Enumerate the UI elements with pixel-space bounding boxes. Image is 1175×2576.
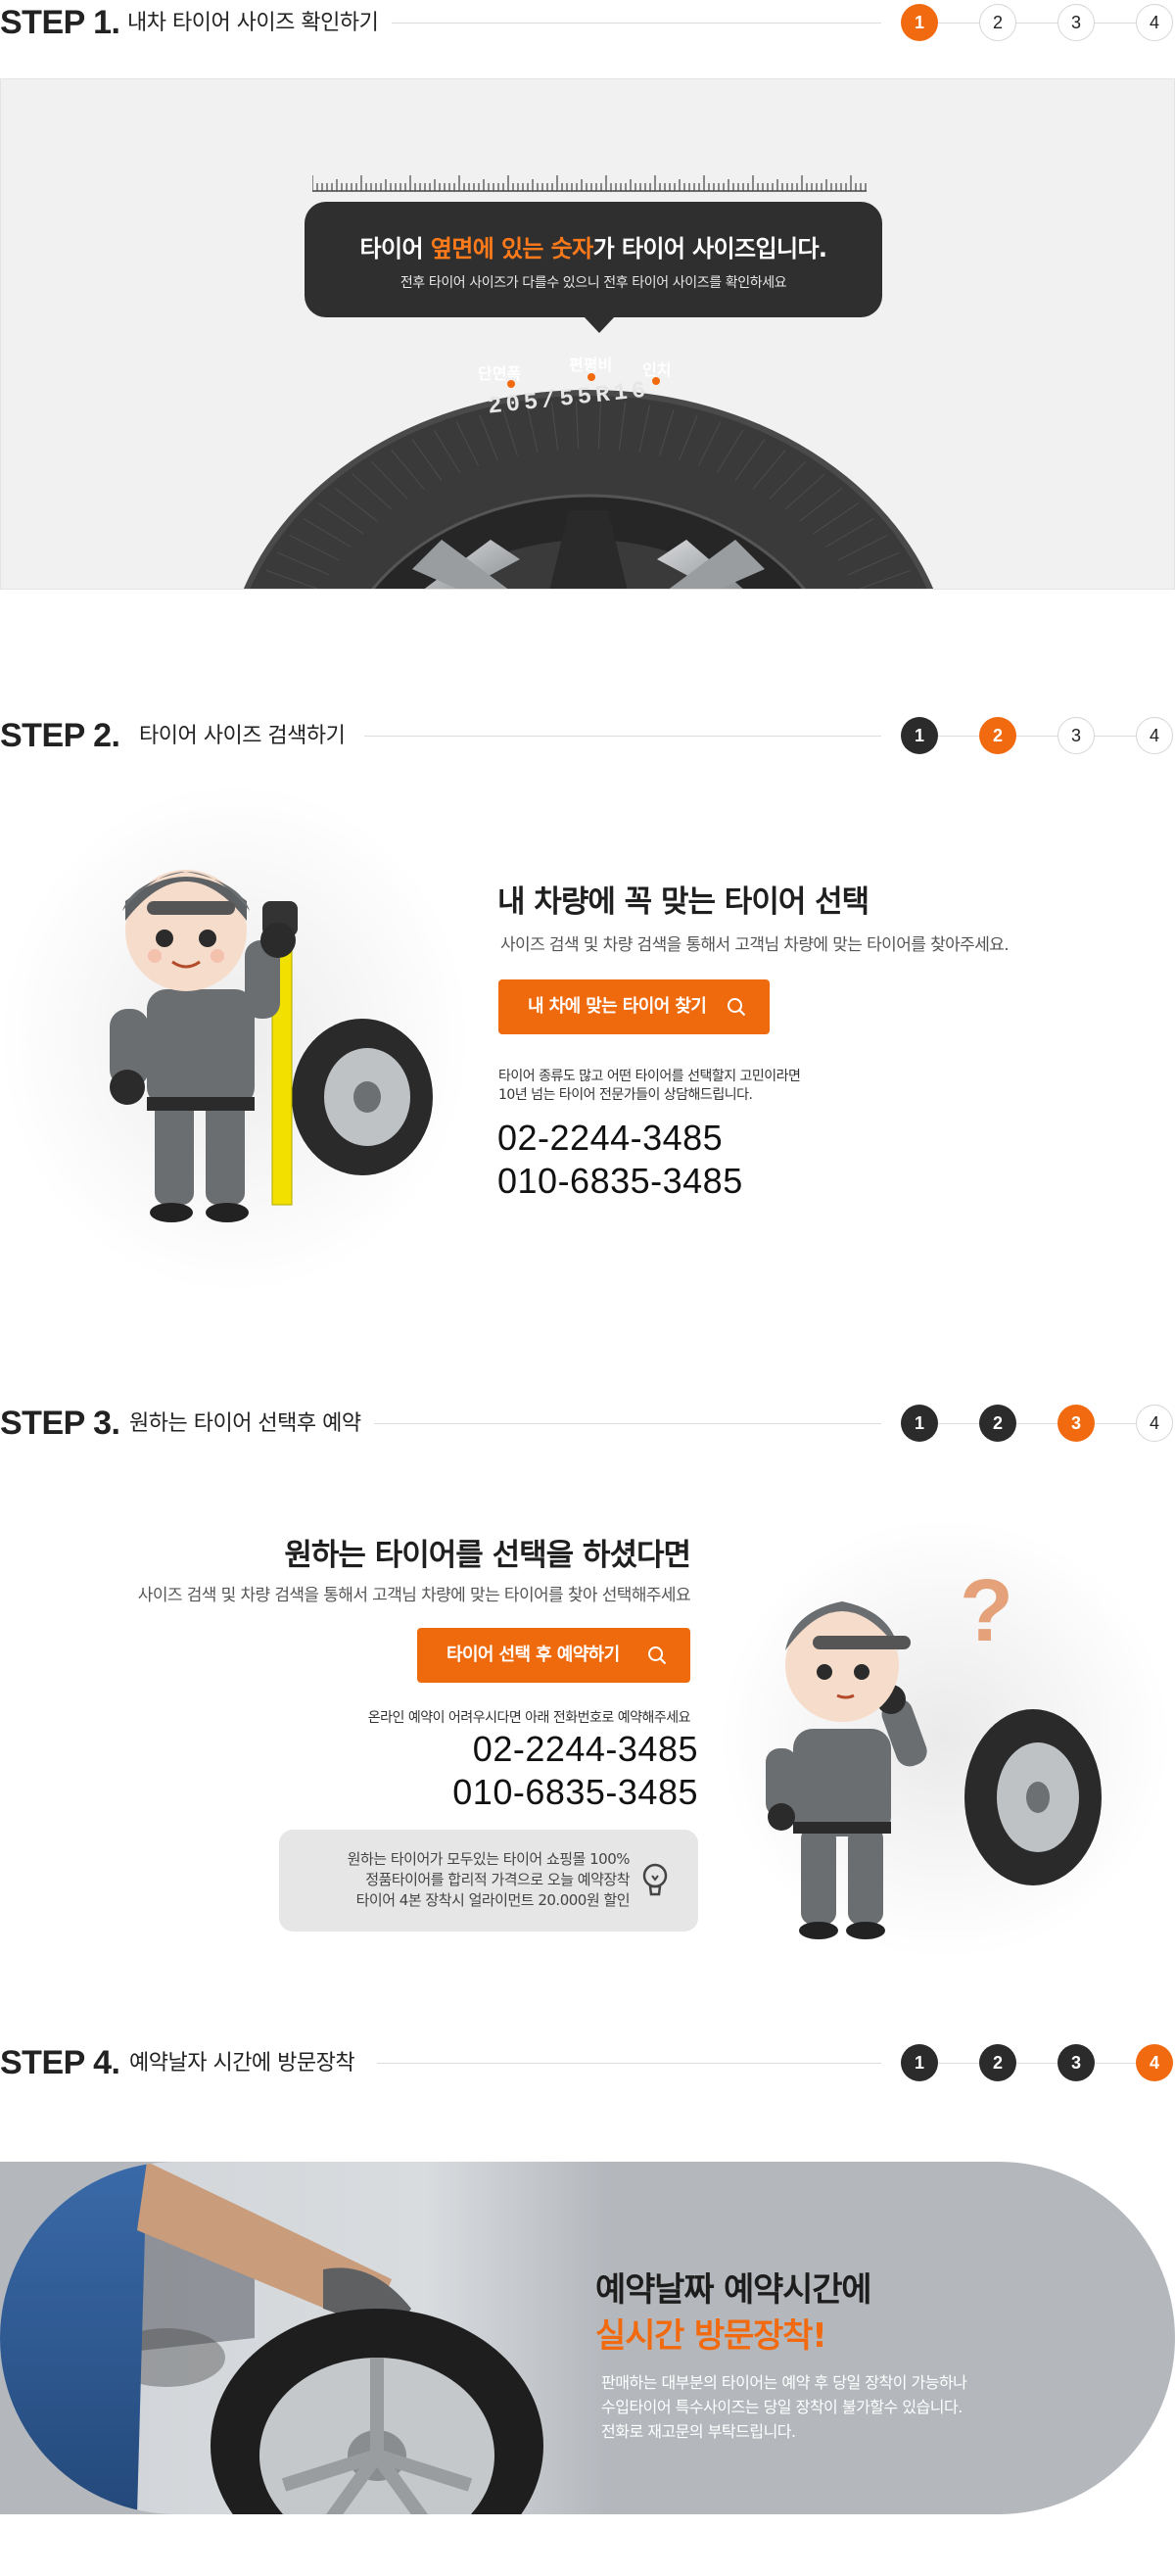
step3-info-box: 원하는 타이어가 모두있는 타이어 쇼핑몰 100% 정품타이어를 합리적 가격… <box>279 1830 698 1932</box>
banner-description: 판매하는 대부분의 타이어는 예약 후 당일 장착이 가능하나 수입타이어 특수… <box>601 2370 967 2444</box>
step3-phone-1[interactable]: 02-2244-3485 <box>401 1729 698 1770</box>
mechanic-measuring-illustration <box>0 784 470 1293</box>
banner-heading-2: 실시간 방문장착! <box>595 2316 827 2356</box>
banner-desc-line1: 판매하는 대부분의 타이어는 예약 후 당일 장착이 가능하나 <box>601 2373 967 2392</box>
visit-install-banner <box>0 2162 1175 2514</box>
step4-progress: 1 2 3 4 <box>901 2043 1175 2082</box>
step1-label: STEP 1. <box>0 4 120 41</box>
step2-note-line2: 10년 넘는 타이어 전문가들이 상담해드립니다. <box>498 1087 753 1103</box>
step-dot-1[interactable]: 1 <box>901 1405 938 1442</box>
step-dot-3[interactable]: 3 <box>1058 4 1095 41</box>
step3-header: STEP 3. 원하는 타이어 선택후 예약 1 2 3 4 <box>0 1401 1175 1446</box>
step3-progress: 1 2 3 4 <box>901 1404 1175 1443</box>
step-dot-3[interactable]: 3 <box>1058 1405 1095 1442</box>
step3-label: STEP 3. <box>0 1405 120 1442</box>
marker-dot-1 <box>507 380 515 388</box>
banner-desc-line3: 전화로 재고문의 부탁드립니다. <box>601 2422 796 2441</box>
label-aspect-ratio: 편평비 <box>569 356 613 374</box>
step3-title: 원하는 타이어 선택후 예약 <box>129 1411 361 1436</box>
marker-dot-2 <box>588 373 595 381</box>
step1-divider <box>392 23 881 24</box>
question-mark-icon: ? <box>960 1562 1013 1660</box>
search-icon <box>728 998 746 1017</box>
step3-subheading: 사이즈 검색 및 차량 검색을 통해서 고객님 차량에 맞는 타이어를 찾아 선… <box>137 1586 691 1605</box>
step2-progress: 1 2 3 4 <box>901 716 1175 755</box>
step4-header: STEP 4. 예약날자 시간에 방문장착 1 2 3 4 <box>0 2040 1175 2085</box>
step2-header: STEP 2. 타이어 사이즈 검색하기 1 2 3 4 <box>0 713 1175 758</box>
find-my-tyre-button[interactable]: 내 차에 맞는 타이어 찾기 <box>498 979 770 1034</box>
step-dot-4[interactable]: 4 <box>1136 1405 1173 1442</box>
step-dot-2[interactable]: 2 <box>979 4 1016 41</box>
step-dot-1[interactable]: 1 <box>901 4 938 41</box>
step3-info-text: 원하는 타이어가 모두있는 타이어 쇼핑몰 100% 정품타이어를 합리적 가격… <box>347 1849 631 1911</box>
tyre-install-photo <box>0 2162 607 2514</box>
step3-phone-2[interactable]: 010-6835-3485 <box>392 1772 698 1813</box>
step2-title: 타이어 사이즈 검색하기 <box>139 724 346 748</box>
step2-label: STEP 2. <box>0 717 120 754</box>
find-my-tyre-label: 내 차에 맞는 타이어 찾기 <box>528 996 707 1017</box>
info-line-3: 타이어 4본 장착시 얼라이먼트 20.000원 할인 <box>355 1891 631 1909</box>
step3-divider <box>374 1423 881 1424</box>
step2-phone-1[interactable]: 02-2244-3485 <box>497 1118 723 1159</box>
step1-header: STEP 1. 내차 타이어 사이즈 확인하기 1 2 3 4 <box>0 0 1175 45</box>
step4-label: STEP 4. <box>0 2044 120 2081</box>
step-dot-2[interactable]: 2 <box>979 1405 1016 1442</box>
search-icon <box>648 1646 667 1665</box>
marker-dot-3 <box>652 377 660 385</box>
step1-progress: 1 2 3 4 <box>901 3 1175 42</box>
reserve-tyre-button[interactable]: 타이어 선택 후 예약하기 <box>417 1628 690 1683</box>
step-dot-3[interactable]: 3 <box>1058 2044 1095 2081</box>
tyre-illustration <box>243 390 934 589</box>
step2-note-line1: 타이어 종류도 많고 어떤 타이어를 선택할지 고민이라면 <box>498 1069 801 1084</box>
lightbulb-icon <box>642 1863 668 1896</box>
step-dot-2[interactable]: 2 <box>979 2044 1016 2081</box>
step1-title: 내차 타이어 사이즈 확인하기 <box>127 11 379 35</box>
step2-note: 타이어 종류도 많고 어떤 타이어를 선택할지 고민이라면 10년 넘는 타이어… <box>498 1068 801 1105</box>
step2-divider <box>364 736 881 737</box>
step-dot-4[interactable]: 4 <box>1136 717 1173 754</box>
step-dot-1[interactable]: 1 <box>901 2044 938 2081</box>
step2-phone-2[interactable]: 010-6835-3485 <box>497 1161 743 1202</box>
step3-heading: 원하는 타이어를 선택을 하셨다면 <box>284 1538 691 1573</box>
step4-title: 예약날자 시간에 방문장착 <box>129 2051 355 2075</box>
reserve-tyre-label: 타이어 선택 후 예약하기 <box>446 1645 620 1665</box>
banner-desc-line2: 수입타이어 특수사이즈는 당일 장착이 불가할수 있습니다. <box>601 2398 963 2416</box>
step4-divider <box>377 2063 881 2064</box>
mechanic-thinking-illustration: ? <box>720 1518 1170 1959</box>
info-line-2: 정품타이어를 합리적 가격으로 오늘 예약장착 <box>365 1871 630 1888</box>
label-section-width: 단면폭 <box>478 364 522 383</box>
step-dot-4[interactable]: 4 <box>1136 4 1173 41</box>
step2-subheading: 사이즈 검색 및 차량 검색을 통해서 고객님 차량에 맞는 타이어를 찾아주세… <box>500 935 1010 955</box>
banner-heading-1: 예약날짜 예약시간에 <box>595 2270 872 2310</box>
step-dot-4[interactable]: 4 <box>1136 2044 1173 2081</box>
step-dot-2[interactable]: 2 <box>979 717 1016 754</box>
step3-note: 온라인 예약이 어려우시다면 아래 전화번호로 예약해주세요 <box>367 1710 691 1726</box>
step2-heading: 내 차량에 꼭 맞는 타이어 선택 <box>497 884 870 920</box>
info-line-1: 원하는 타이어가 모두있는 타이어 쇼핑몰 100% <box>347 1850 631 1868</box>
step-dot-3[interactable]: 3 <box>1058 717 1095 754</box>
tyre-size-panel: 타이어 옆면에 있는 숫자가 타이어 사이즈입니다. 전후 타이어 사이즈가 다… <box>0 78 1175 590</box>
step-dot-1[interactable]: 1 <box>901 717 938 754</box>
